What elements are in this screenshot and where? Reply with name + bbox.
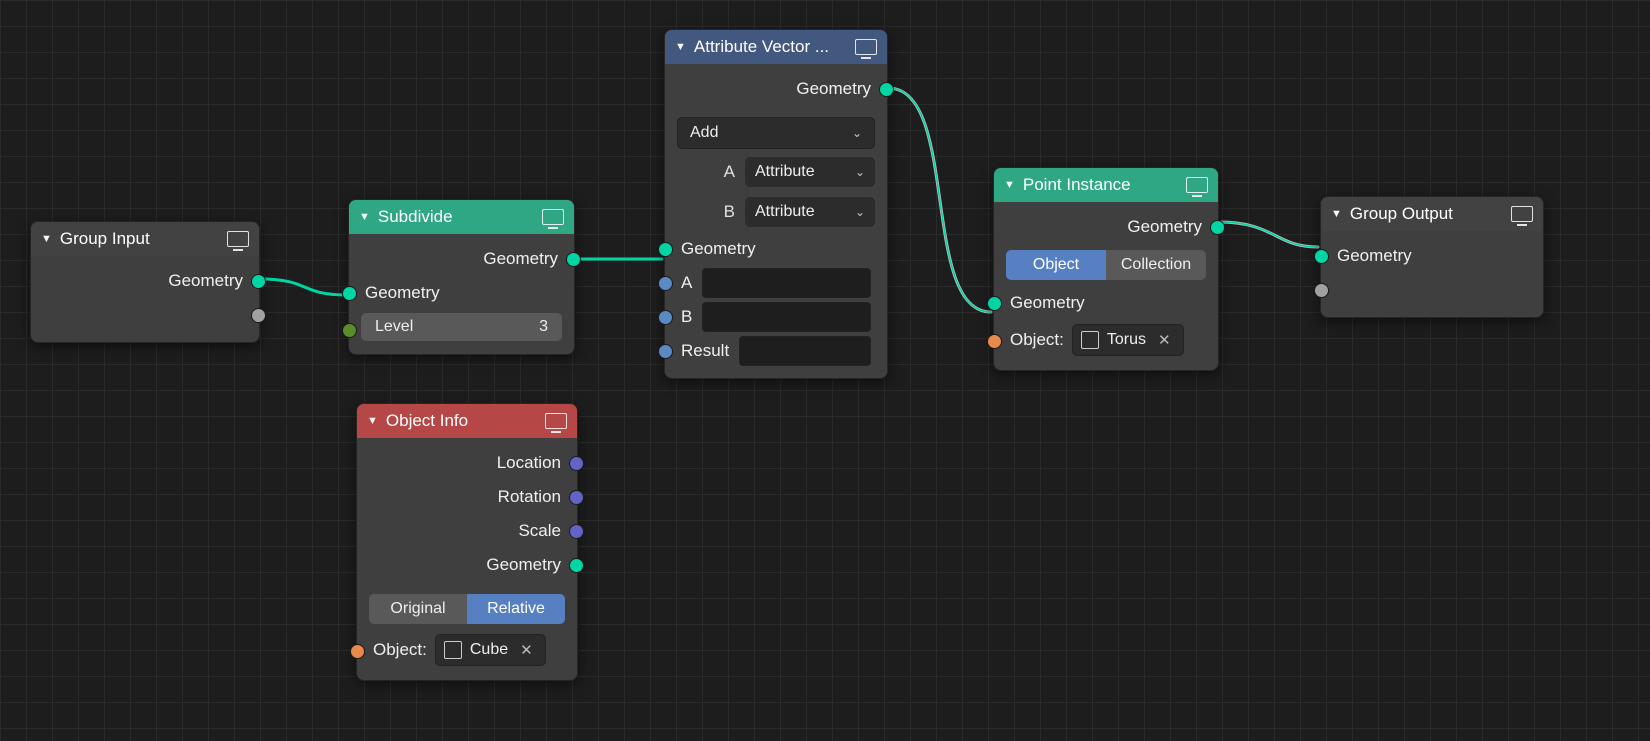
socket-dot[interactable] — [1210, 220, 1225, 235]
toggle-collection[interactable]: Collection — [1106, 250, 1206, 280]
a-value-field[interactable] — [702, 268, 871, 298]
node-title: Attribute Vector ... — [694, 37, 849, 57]
socket-dot[interactable] — [658, 242, 673, 257]
field-value: 3 — [539, 318, 548, 336]
node-group-input[interactable]: ▼ Group Input Geometry — [30, 221, 260, 343]
output-socket-geometry[interactable]: Geometry — [665, 72, 887, 106]
socket-dot[interactable] — [569, 490, 584, 505]
node-title: Object Info — [386, 411, 539, 431]
node-header[interactable]: ▼ Subdivide — [349, 200, 574, 234]
input-socket-result[interactable]: Result — [665, 334, 887, 368]
node-header[interactable]: ▼ Object Info — [357, 404, 577, 438]
socket-dot[interactable] — [566, 252, 581, 267]
node-object-info[interactable]: ▼ Object Info Location Rotation Scale Ge… — [356, 403, 578, 681]
collapse-icon[interactable]: ▼ — [359, 211, 370, 223]
node-header[interactable]: ▼ Group Output — [1321, 197, 1543, 231]
level-field[interactable]: Level 3 — [361, 313, 562, 341]
socket-dot[interactable] — [658, 276, 673, 291]
input-socket-a[interactable]: A — [665, 266, 887, 300]
field-label: Level — [375, 318, 413, 336]
toggle-original[interactable]: Original — [369, 594, 467, 624]
collapse-icon[interactable]: ▼ — [1004, 179, 1015, 191]
socket-dot[interactable] — [1314, 249, 1329, 264]
output-socket-geometry[interactable]: Geometry — [994, 210, 1218, 244]
node-title: Subdivide — [378, 207, 536, 227]
node-subdivide[interactable]: ▼ Subdivide Geometry Geometry Level 3 — [348, 199, 575, 355]
b-mode-dropdown[interactable]: Attribute ⌄ — [745, 197, 875, 227]
object-icon — [1081, 331, 1099, 349]
socket-dot[interactable] — [342, 286, 357, 301]
socket-dot[interactable] — [251, 274, 266, 289]
node-attribute-vector[interactable]: ▼ Attribute Vector ... Geometry Add ⌄ A … — [664, 29, 888, 379]
node-header[interactable]: ▼ Attribute Vector ... — [665, 30, 887, 64]
output-socket-geometry[interactable]: Geometry — [349, 242, 574, 276]
operation-dropdown[interactable]: Add ⌄ — [677, 117, 875, 149]
display-icon[interactable] — [1511, 206, 1533, 222]
clear-icon[interactable]: ✕ — [1154, 331, 1175, 349]
socket-dot[interactable] — [879, 82, 894, 97]
socket-dot[interactable] — [569, 456, 584, 471]
toggle-object[interactable]: Object — [1006, 250, 1106, 280]
clear-icon[interactable]: ✕ — [516, 641, 537, 659]
input-socket-geometry[interactable]: Geometry — [1321, 239, 1543, 273]
node-title: Point Instance — [1023, 175, 1180, 195]
display-icon[interactable] — [1186, 177, 1208, 193]
object-picker[interactable]: Torus ✕ — [1072, 324, 1184, 356]
display-icon[interactable] — [542, 209, 564, 225]
socket-dot[interactable] — [1314, 283, 1329, 298]
node-title: Group Input — [60, 229, 221, 249]
node-point-instance[interactable]: ▼ Point Instance Geometry Object Collect… — [993, 167, 1219, 371]
socket-dot[interactable] — [569, 524, 584, 539]
input-socket-object[interactable]: Object: Torus ✕ — [994, 320, 1218, 360]
node-group-output[interactable]: ▼ Group Output Geometry — [1320, 196, 1544, 318]
collapse-icon[interactable]: ▼ — [41, 233, 52, 245]
input-socket-b[interactable]: B — [665, 300, 887, 334]
socket-dot[interactable] — [251, 308, 266, 323]
collapse-icon[interactable]: ▼ — [367, 415, 378, 427]
socket-dot[interactable] — [342, 323, 357, 338]
chevron-down-icon: ⌄ — [855, 205, 865, 219]
instance-mode-toggle[interactable]: Object Collection — [1006, 250, 1206, 280]
object-picker[interactable]: Cube ✕ — [435, 634, 546, 666]
node-title: Group Output — [1350, 204, 1505, 224]
input-socket-object[interactable]: Object: Cube ✕ — [357, 630, 577, 670]
object-icon — [444, 641, 462, 659]
chevron-down-icon: ⌄ — [855, 165, 865, 179]
collapse-icon[interactable]: ▼ — [675, 41, 686, 53]
b-value-field[interactable] — [702, 302, 871, 332]
socket-dot[interactable] — [569, 558, 584, 573]
display-icon[interactable] — [227, 231, 249, 247]
socket-dot[interactable] — [987, 296, 1002, 311]
b-label: B — [677, 202, 735, 222]
node-header[interactable]: ▼ Point Instance — [994, 168, 1218, 202]
output-socket-extra[interactable] — [31, 298, 259, 332]
output-socket-geometry[interactable]: Geometry — [31, 264, 259, 298]
input-socket-geometry[interactable]: Geometry — [665, 232, 887, 266]
input-socket-extra[interactable] — [1321, 273, 1543, 307]
a-label: A — [677, 162, 735, 182]
chevron-down-icon: ⌄ — [852, 126, 862, 140]
output-socket-location[interactable]: Location — [357, 446, 577, 480]
socket-dot[interactable] — [987, 334, 1002, 349]
output-socket-scale[interactable]: Scale — [357, 514, 577, 548]
output-socket-rotation[interactable]: Rotation — [357, 480, 577, 514]
a-mode-dropdown[interactable]: Attribute ⌄ — [745, 157, 875, 187]
socket-dot[interactable] — [350, 644, 365, 659]
toggle-relative[interactable]: Relative — [467, 594, 565, 624]
collapse-icon[interactable]: ▼ — [1331, 208, 1342, 220]
node-header[interactable]: ▼ Group Input — [31, 222, 259, 256]
input-socket-geometry[interactable]: Geometry — [349, 276, 574, 310]
socket-dot[interactable] — [658, 344, 673, 359]
display-icon[interactable] — [855, 39, 877, 55]
output-socket-geometry[interactable]: Geometry — [357, 548, 577, 582]
socket-dot[interactable] — [658, 310, 673, 325]
display-icon[interactable] — [545, 413, 567, 429]
space-mode-toggle[interactable]: Original Relative — [369, 594, 565, 624]
result-value-field[interactable] — [739, 336, 871, 366]
input-socket-geometry[interactable]: Geometry — [994, 286, 1218, 320]
